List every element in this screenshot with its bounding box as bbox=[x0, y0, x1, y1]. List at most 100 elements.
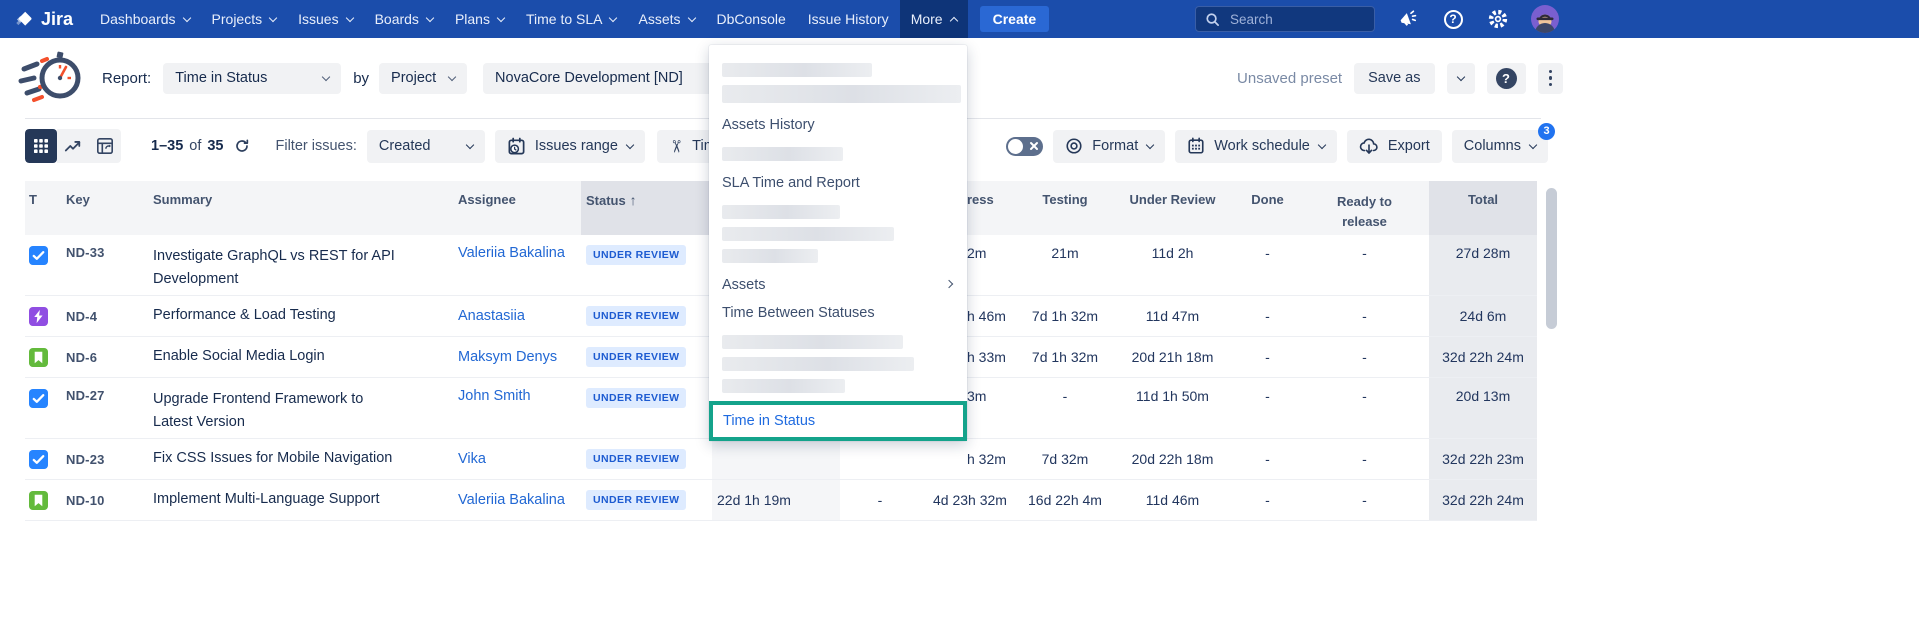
menu-item-redacted[interactable] bbox=[722, 147, 843, 161]
menu-item-redacted[interactable] bbox=[722, 63, 872, 77]
create-button[interactable]: Create bbox=[980, 6, 1050, 32]
time-cell-total: 24d 6m bbox=[1429, 296, 1537, 336]
nav-item-boards[interactable]: Boards bbox=[364, 0, 444, 38]
assignee-link[interactable]: Valeriia Bakalina bbox=[455, 235, 581, 295]
column-header-testing[interactable]: Testing bbox=[1020, 181, 1110, 235]
nav-item-assets[interactable]: Assets bbox=[627, 0, 705, 38]
vertical-scrollbar-thumb[interactable] bbox=[1546, 188, 1557, 329]
chevron-down-icon bbox=[345, 13, 353, 21]
assignee-link[interactable]: John Smith bbox=[455, 378, 581, 438]
menu-item-assets-history[interactable]: Assets History bbox=[709, 111, 967, 139]
nav-item-label: Plans bbox=[455, 11, 490, 27]
column-header-done[interactable]: Done bbox=[1235, 181, 1300, 235]
status-badge: UNDER REVIEW bbox=[586, 388, 686, 408]
chevron-down-icon bbox=[497, 13, 505, 21]
project-select[interactable]: NovaCore Development [ND] bbox=[483, 63, 723, 94]
assignee-link[interactable]: Anastasiia bbox=[455, 296, 581, 336]
nav-item-projects[interactable]: Projects bbox=[201, 0, 288, 38]
columns-button[interactable]: Columns 3 bbox=[1452, 130, 1548, 163]
menu-item-redacted[interactable] bbox=[722, 227, 894, 241]
status-badge: UNDER REVIEW bbox=[586, 490, 686, 510]
issue-type-cell[interactable] bbox=[25, 439, 60, 479]
toggle-switch-off[interactable] bbox=[1006, 137, 1043, 156]
chart-view-button[interactable] bbox=[57, 129, 89, 163]
save-as-button[interactable]: Save as bbox=[1354, 63, 1434, 94]
search-input[interactable] bbox=[1228, 11, 1358, 28]
issue-type-cell[interactable] bbox=[25, 296, 60, 336]
menu-item-redacted[interactable] bbox=[722, 205, 840, 219]
column-header-status[interactable]: Status ↑ bbox=[581, 181, 712, 235]
report-help-button[interactable]: ? bbox=[1487, 63, 1526, 94]
filter-value: Created bbox=[379, 138, 458, 154]
menu-item-redacted[interactable] bbox=[722, 357, 914, 371]
column-header-key[interactable]: Key bbox=[60, 181, 150, 235]
column-header-total[interactable]: Total bbox=[1429, 181, 1537, 235]
group-by-select[interactable]: Project bbox=[379, 63, 467, 94]
column-header-label: Summary bbox=[153, 192, 212, 207]
menu-item-redacted[interactable] bbox=[722, 249, 818, 263]
issue-type-cell[interactable] bbox=[25, 337, 60, 377]
work-schedule-button[interactable]: Work schedule bbox=[1175, 130, 1337, 163]
refresh-button[interactable] bbox=[234, 138, 250, 154]
menu-item-assets[interactable]: Assets bbox=[709, 271, 967, 299]
issue-type-cell[interactable] bbox=[25, 235, 60, 295]
user-avatar[interactable] bbox=[1531, 5, 1559, 33]
assignee-link[interactable]: Maksym Denys bbox=[455, 337, 581, 377]
settings-gear-icon[interactable] bbox=[1486, 7, 1510, 31]
target-icon bbox=[1065, 137, 1083, 155]
format-button[interactable]: Format bbox=[1053, 130, 1165, 163]
status-badge: UNDER REVIEW bbox=[586, 245, 686, 265]
time-cell-under_review: 11d 2h bbox=[1110, 235, 1235, 295]
grid-view-button[interactable] bbox=[25, 129, 57, 163]
report-type-select[interactable]: Time in Status bbox=[163, 63, 341, 94]
issue-key-cell: ND-27 bbox=[60, 378, 150, 438]
nav-item-issues[interactable]: Issues bbox=[287, 0, 363, 38]
assignee-link[interactable]: Valeriia Bakalina bbox=[455, 480, 581, 520]
menu-item-redacted[interactable] bbox=[722, 85, 961, 103]
more-options-kebab-button[interactable] bbox=[1538, 63, 1564, 94]
nav-item-time-to-sla[interactable]: Time to SLA bbox=[515, 0, 628, 38]
time-cell-done: - bbox=[1235, 296, 1300, 336]
column-header-under_review[interactable]: Under Review bbox=[1110, 181, 1235, 235]
issue-type-cell[interactable] bbox=[25, 378, 60, 438]
menu-item-redacted[interactable] bbox=[722, 379, 845, 393]
menu-item-label: Time in Status bbox=[723, 413, 815, 429]
time-cell-done: - bbox=[1235, 235, 1300, 295]
jira-logo[interactable]: Jira bbox=[14, 9, 73, 30]
calendar-icon bbox=[1187, 137, 1205, 155]
filter-select[interactable]: Created bbox=[367, 130, 485, 163]
pivot-view-button[interactable] bbox=[89, 129, 121, 163]
grid-icon bbox=[33, 138, 49, 154]
nav-item-dashboards[interactable]: Dashboards bbox=[89, 0, 201, 38]
column-header-ready_to_release[interactable]: Ready to release bbox=[1300, 181, 1429, 235]
menu-item-sla-time-and-report[interactable]: SLA Time and Report bbox=[709, 169, 967, 197]
time-cell-ready_to_release: - bbox=[1300, 337, 1429, 377]
status-badge: UNDER REVIEW bbox=[586, 347, 686, 367]
nav-item-dbconsole[interactable]: DbConsole bbox=[706, 0, 797, 38]
column-header-summary[interactable]: Summary bbox=[150, 181, 455, 235]
column-header-label: Key bbox=[66, 192, 90, 207]
nav-item-issue-history[interactable]: Issue History bbox=[797, 0, 900, 38]
column-header-assignee[interactable]: Assignee bbox=[455, 181, 581, 235]
export-button[interactable]: Export bbox=[1347, 130, 1442, 163]
time-cell-ready_to_release: - bbox=[1300, 235, 1429, 295]
nav-item-more[interactable]: More bbox=[900, 0, 968, 38]
nav-item-label: More bbox=[911, 11, 943, 27]
search-box[interactable] bbox=[1195, 6, 1375, 32]
nav-item-plans[interactable]: Plans bbox=[444, 0, 515, 38]
announcement-icon[interactable] bbox=[1396, 7, 1420, 31]
menu-item-redacted[interactable] bbox=[722, 335, 903, 349]
issue-type-cell[interactable] bbox=[25, 480, 60, 520]
menu-item-time-between-statuses[interactable]: Time Between Statuses bbox=[709, 299, 967, 327]
time-cell-under_review: 11d 47m bbox=[1110, 296, 1235, 336]
kebab-icon bbox=[1543, 70, 1559, 87]
column-header-type[interactable]: T bbox=[25, 181, 60, 235]
help-icon[interactable]: ? bbox=[1441, 7, 1465, 31]
issues-range-button[interactable]: Issues range bbox=[495, 130, 645, 163]
time-cell-done: - bbox=[1235, 439, 1300, 479]
assignee-link[interactable]: Vika bbox=[455, 439, 581, 479]
nav-item-label: Dashboards bbox=[100, 11, 176, 27]
menu-item-time-in-status[interactable]: Time in Status bbox=[709, 401, 967, 441]
nav-item-label: Time to SLA bbox=[526, 11, 603, 27]
save-as-dropdown-button[interactable] bbox=[1447, 63, 1475, 94]
